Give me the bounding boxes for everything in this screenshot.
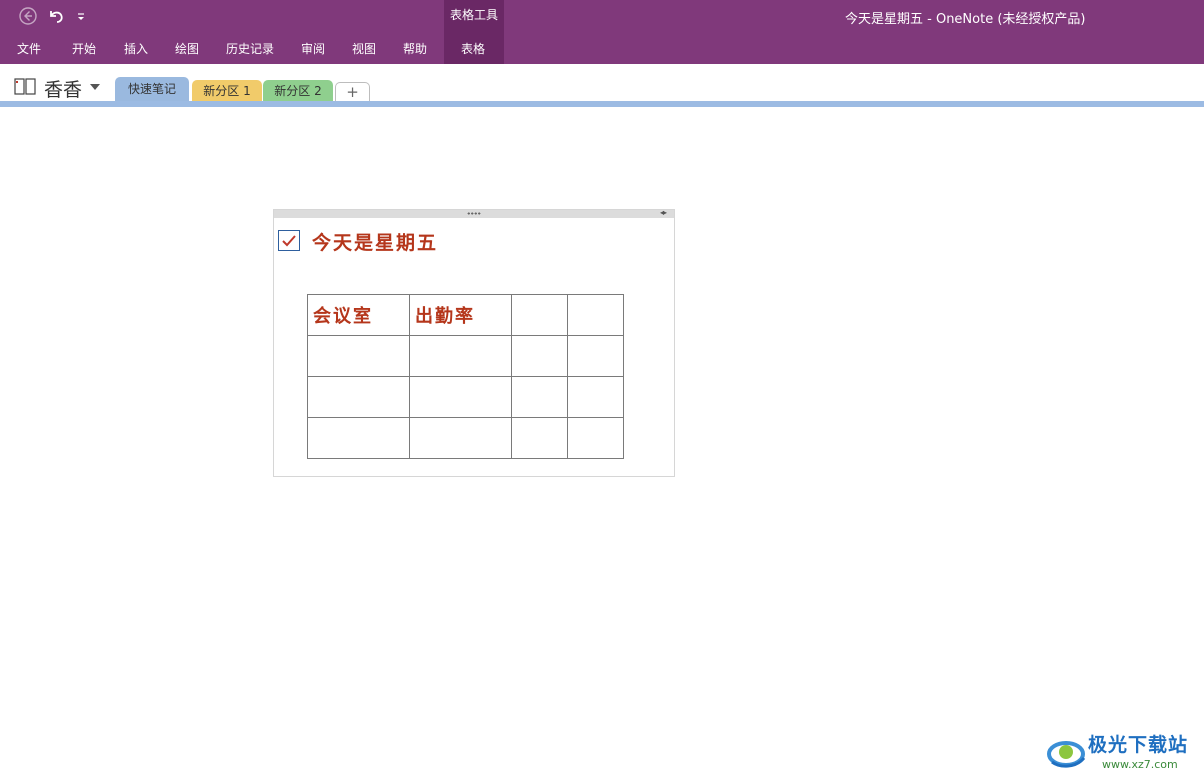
quick-access-toolbar (18, 5, 88, 27)
add-section-button[interactable]: + (335, 82, 370, 102)
table-tools-label: 表格工具 (449, 8, 498, 22)
section-tab-quick-notes[interactable]: 快速笔记 (115, 77, 189, 102)
menu-history[interactable]: 历史记录 (226, 38, 274, 60)
notebook-icon[interactable] (14, 78, 37, 96)
table-cell[interactable] (409, 417, 512, 459)
table-cell[interactable] (307, 417, 410, 459)
section-tab-new-1[interactable]: 新分区 1 (192, 80, 262, 102)
table-row (307, 335, 624, 377)
todo-checkbox[interactable] (278, 230, 300, 251)
menu-home[interactable]: 开始 (72, 38, 96, 60)
watermark-logo-icon (1047, 741, 1086, 768)
watermark-text: 极光下载站 (1088, 734, 1189, 756)
table-cell[interactable] (409, 376, 512, 418)
menu-help[interactable]: 帮助 (403, 38, 427, 60)
table-cell[interactable] (567, 335, 624, 377)
table-cell[interactable]: 出勤率 (409, 294, 512, 336)
table-cell[interactable] (307, 335, 410, 377)
watermark-url: www.xz7.com (1102, 758, 1178, 771)
back-arrow-icon[interactable] (18, 6, 38, 26)
resize-arrows-icon[interactable]: ◂▸ (660, 208, 667, 217)
drag-dots-icon (467, 212, 481, 215)
table-cell[interactable]: 会议室 (307, 294, 410, 336)
window-title: 今天是星期五 - OneNote (未经授权产品) (845, 12, 1086, 27)
menu-draw[interactable]: 绘图 (175, 38, 199, 60)
menu-review[interactable]: 审阅 (301, 38, 325, 60)
table-row (307, 376, 624, 418)
watermark: 极光下载站 www.xz7.com (1046, 728, 1196, 776)
section-tab-new-2[interactable]: 新分区 2 (263, 80, 333, 102)
note-drag-handle[interactable]: ◂▸ (274, 208, 674, 218)
menu-file[interactable]: 文件 (17, 38, 41, 60)
customize-toolbar-icon[interactable] (74, 6, 88, 26)
table-cell[interactable] (409, 335, 512, 377)
note-container[interactable]: ◂▸ 今天是星期五 会议室 出勤率 (273, 208, 675, 477)
table-cell[interactable] (511, 417, 568, 459)
table-cell[interactable] (567, 376, 624, 418)
notebook-name[interactable]: 香香 (44, 75, 82, 102)
menu-insert[interactable]: 插入 (124, 38, 148, 60)
table-cell[interactable] (307, 376, 410, 418)
notebook-bar: 香香 快速笔记 新分区 1 新分区 2 + (0, 64, 1204, 102)
undo-icon[interactable] (46, 6, 66, 26)
section-color-bar (0, 101, 1204, 107)
table-row (307, 417, 624, 459)
table-cell[interactable] (511, 376, 568, 418)
menu-view[interactable]: 视图 (352, 38, 376, 60)
table-cell[interactable] (567, 294, 624, 336)
table-cell[interactable] (567, 417, 624, 459)
notebook-dropdown-icon[interactable] (90, 84, 100, 90)
table-row: 会议室 出勤率 (307, 294, 624, 336)
menu-table[interactable]: 表格 (461, 38, 485, 60)
title-bar: 表格工具 今天是星期五 - OneNote (未经授权产品) 文件 开始 插入 … (0, 0, 1204, 64)
note-table[interactable]: 会议室 出勤率 (307, 294, 624, 459)
table-cell[interactable] (511, 294, 568, 336)
checkmark-icon (282, 235, 296, 247)
table-cell[interactable] (511, 335, 568, 377)
note-title[interactable]: 今天是星期五 (312, 228, 438, 255)
